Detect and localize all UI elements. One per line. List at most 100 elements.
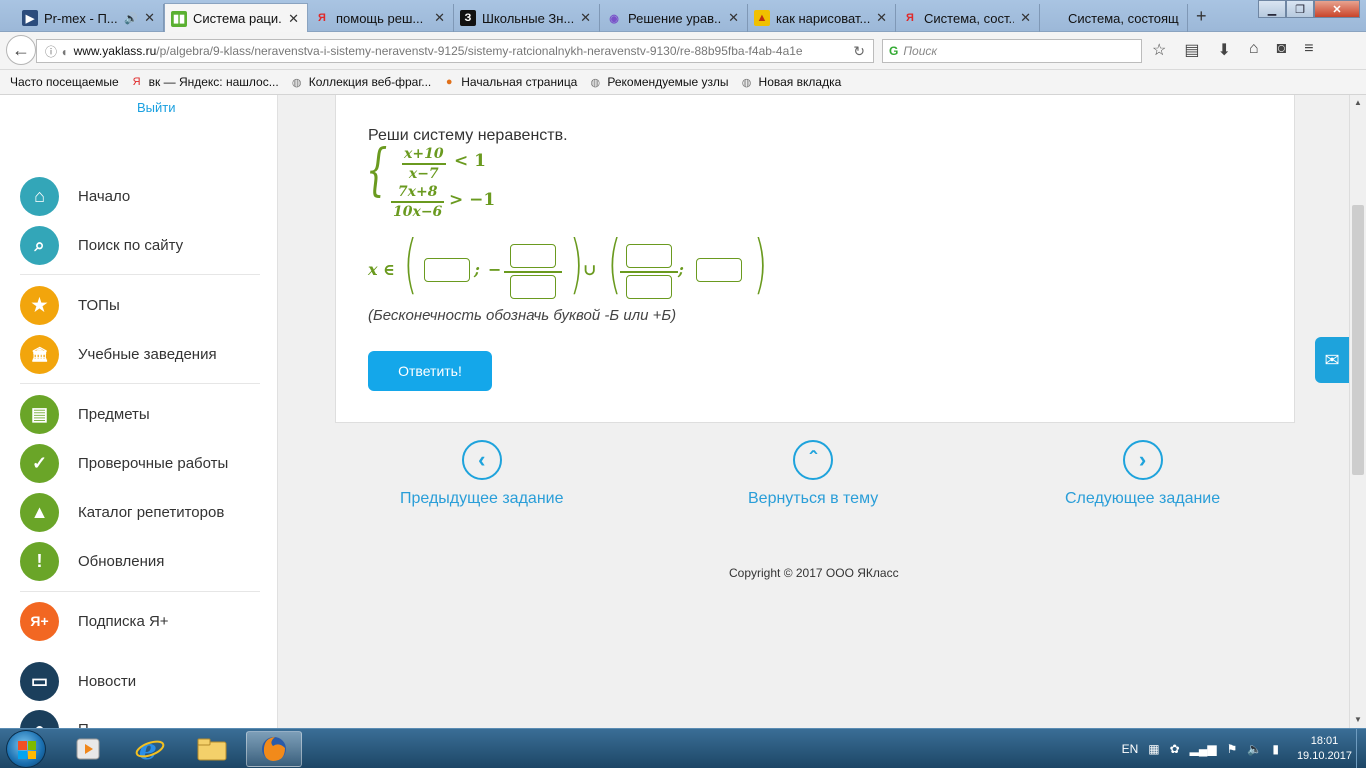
show-desktop-button[interactable]	[1356, 729, 1366, 768]
copyright: Copyright © 2017 ООО ЯКласс	[729, 566, 899, 580]
tab-title: Система, сост...	[924, 10, 1015, 26]
browser-tab[interactable]: Я Система, сост... ✕	[896, 4, 1040, 32]
subscription-icon: Я+	[20, 601, 59, 641]
browser-tab[interactable]: ▮▮ Система раци... ✕	[164, 3, 308, 33]
media-player-icon	[76, 738, 100, 760]
clock[interactable]: 18:01 19.10.2017	[1297, 734, 1352, 764]
bookmark-item[interactable]: Часто посещаемые	[10, 75, 119, 89]
answer-input-2-denominator[interactable]	[510, 275, 556, 299]
tab-audio-icon[interactable]: 🔊	[124, 12, 138, 25]
page-scrollbar[interactable]: ▲ ▼	[1349, 95, 1366, 728]
navigation-bar: ← ⓘ ◖ www.yaklass.ru/p/algebra/9-klass/n…	[0, 32, 1366, 70]
sidebar-item-updates[interactable]: ! Обновления	[20, 541, 164, 581]
tab-close-icon[interactable]: ✕	[728, 10, 739, 26]
tab-favicon-icon: Я	[318, 12, 326, 24]
next-task-link[interactable]: › Следующее задание	[1065, 440, 1220, 508]
sidebar-item-tutors[interactable]: ▲ Каталог репетиторов	[20, 492, 224, 532]
browser-tab[interactable]: Система, состоящ...	[1040, 4, 1188, 32]
reload-icon[interactable]: ↻	[853, 43, 865, 60]
sidebar-item-news[interactable]: ▭ Новости	[20, 661, 136, 701]
sidebar-item-search[interactable]: ⌕ Поиск по сайту	[20, 225, 183, 265]
partial-icon: ●	[20, 709, 59, 728]
browser-tab[interactable]: ▲ как нарисоват... ✕	[748, 4, 896, 32]
next-task-label[interactable]: Следующее задание	[1065, 490, 1220, 508]
taskbar-ie[interactable]: e	[122, 731, 178, 767]
hint-text: (Бесконечность обозначь буквой -Б или +Б…	[368, 307, 677, 324]
chevron-up-icon[interactable]: ˆ	[793, 440, 834, 480]
maximize-button[interactable]: ❐	[1286, 0, 1314, 18]
feedback-button[interactable]: ✉	[1315, 337, 1349, 383]
bookmark-label: Коллекция веб-фраг...	[308, 75, 432, 89]
address-bar[interactable]: ⓘ ◖ www.yaklass.ru/p/algebra/9-klass/ner…	[36, 39, 874, 63]
new-tab-button[interactable]: +	[1196, 6, 1207, 27]
menu-icon[interactable]: ≡	[1304, 40, 1313, 60]
logout-link[interactable]: Выйти	[137, 100, 176, 115]
sidebar-item-home[interactable]: ⌂ Начало	[20, 176, 130, 216]
answer-input-4[interactable]	[696, 258, 742, 282]
browser-tab[interactable]: Япомощь реш... ✕	[308, 4, 454, 32]
union-sign: ∪	[583, 260, 597, 279]
answer-input-3-numerator[interactable]	[626, 244, 672, 268]
taskbar-media-player[interactable]	[60, 731, 116, 767]
sidebar-item-subjects[interactable]: ▤ Предметы	[20, 394, 150, 434]
pocket-icon[interactable]: ◙	[1277, 40, 1287, 60]
minimize-button[interactable]: ▁	[1258, 0, 1286, 18]
scroll-up-icon[interactable]: ▲	[1354, 98, 1362, 107]
toolbar-icons: ☆ ▤ ⬇ ⌂ ◙ ≡	[1152, 40, 1314, 60]
network-icon[interactable]: ▦	[1148, 742, 1159, 756]
tab-close-icon[interactable]: ✕	[580, 10, 591, 26]
taskbar-explorer[interactable]	[184, 731, 240, 767]
search-icon: ⌕	[20, 225, 59, 265]
back-to-topic-label[interactable]: Вернуться в тему	[748, 490, 878, 508]
search-engine-icon[interactable]: G	[889, 44, 898, 58]
bookmark-item[interactable]: ◍ Рекомендуемые узлы	[588, 75, 729, 89]
chevron-left-icon[interactable]: ‹	[461, 440, 502, 480]
tab-close-icon[interactable]: ✕	[434, 10, 445, 26]
submit-button[interactable]: Ответить!	[368, 351, 492, 391]
sidebar-item-partial[interactable]: ● П...	[20, 709, 101, 728]
home-icon[interactable]: ⌂	[1249, 40, 1259, 60]
window-controls: ▁ ❐ ✕	[1258, 0, 1360, 18]
flag-icon[interactable]: ⚑	[1227, 742, 1238, 756]
sidebar-item-subscription[interactable]: Я+ Подписка Я+	[20, 601, 169, 641]
start-button[interactable]	[6, 730, 46, 768]
bookmark-star-icon[interactable]: ☆	[1152, 40, 1166, 60]
browser-tab[interactable]: ▶ Pr-mex - П... 🔊 ✕	[16, 4, 164, 32]
answer-input-1[interactable]	[424, 258, 470, 282]
close-window-button[interactable]: ✕	[1314, 0, 1360, 18]
browser-tab[interactable]: З Школьные Зн... ✕	[454, 4, 600, 32]
back-button[interactable]: ←	[6, 35, 36, 65]
download-icon[interactable]: ⬇	[1217, 40, 1230, 60]
bookmark-item[interactable]: ◍ Новая вкладка	[740, 75, 842, 89]
sidebar-item-schools[interactable]: 🏛 Учебные заведения	[20, 334, 217, 374]
reading-list-icon[interactable]: ▤	[1184, 40, 1199, 60]
battery-icon[interactable]: ▮	[1272, 742, 1279, 756]
bookmark-item[interactable]: Явк — Яндекс: нашлос...	[130, 75, 279, 89]
tab-close-icon[interactable]: ✕	[1020, 10, 1031, 26]
bookmark-icon: ●	[445, 76, 453, 88]
sidebar-item-tops[interactable]: ★ ТОПы	[20, 285, 120, 325]
scroll-thumb[interactable]	[1352, 205, 1364, 475]
clock-date: 19.10.2017	[1296, 750, 1352, 762]
search-input[interactable]: G Поиск	[882, 39, 1142, 63]
bookmark-item[interactable]: ◍ Коллекция веб-фраг...	[290, 75, 432, 89]
sidebar-item-tests[interactable]: ✓ Проверочные работы	[20, 443, 228, 483]
tray-app-icon[interactable]: ✿	[1170, 742, 1180, 756]
signal-icon[interactable]: ▂▄▆	[1190, 742, 1217, 756]
tab-close-icon[interactable]: ✕	[288, 11, 299, 27]
browser-tab[interactable]: ◉ Решение урав... ✕	[600, 4, 748, 32]
site-info-icon[interactable]: ⓘ ◖	[45, 43, 68, 60]
scroll-down-icon[interactable]: ▼	[1354, 715, 1362, 724]
bookmark-item[interactable]: ● Начальная страница	[442, 75, 577, 89]
language-indicator[interactable]: EN	[1122, 742, 1139, 756]
chevron-right-icon[interactable]: ›	[1122, 440, 1163, 480]
prev-task-label[interactable]: Предыдущее задание	[400, 490, 563, 508]
answer-input-3-denominator[interactable]	[626, 275, 672, 299]
taskbar-firefox[interactable]	[246, 731, 302, 767]
tab-close-icon[interactable]: ✕	[876, 10, 887, 26]
prev-task-link[interactable]: ‹ Предыдущее задание	[400, 440, 563, 508]
back-to-topic-link[interactable]: ˆ Вернуться в тему	[748, 440, 878, 508]
tab-close-icon[interactable]: ✕	[144, 10, 155, 26]
answer-input-2-numerator[interactable]	[510, 244, 556, 268]
volume-icon[interactable]: 🔈	[1247, 742, 1262, 756]
